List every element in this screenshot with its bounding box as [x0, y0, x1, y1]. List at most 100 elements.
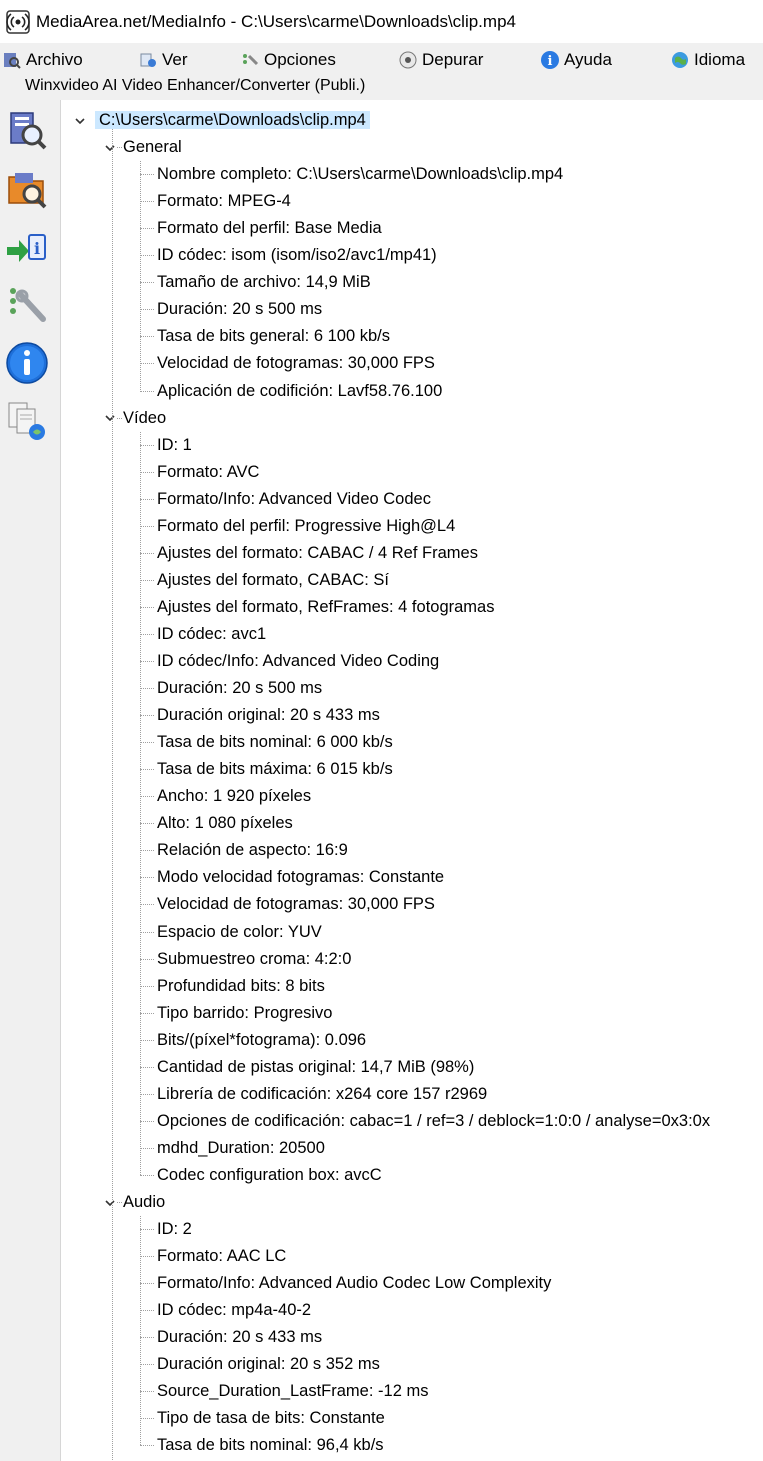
tree-connector [117, 417, 122, 419]
tree-item[interactable]: Formato/Info: Advanced Audio Codec Low C… [157, 1270, 551, 1297]
tree-root-node[interactable]: C:\Users\carme\Downloads\clip.mp4 [95, 107, 370, 134]
title-bar: MediaArea.net/MediaInfo - C:\Users\carme… [0, 0, 763, 43]
section-expander[interactable] [103, 405, 117, 432]
tree-item[interactable]: Duración: 20 s 433 ms [157, 1324, 322, 1351]
about-button[interactable] [2, 340, 52, 390]
menu-opciones[interactable]: Opciones [240, 48, 336, 72]
ad-banner[interactable]: Winxvideo AI Video Enhancer/Converter (P… [0, 76, 763, 100]
tree-item[interactable]: Duración original: 20 s 352 ms [157, 1351, 380, 1378]
tree-connector [140, 823, 154, 825]
tree-item[interactable]: Source_Duration_LastFrame: -12 ms [157, 1378, 428, 1405]
tree-section-audio[interactable]: Audio [123, 1189, 165, 1216]
tree-item[interactable]: Formato: AVC [157, 459, 259, 486]
tree-item[interactable]: Velocidad de fotogramas: 30,000 FPS [157, 891, 435, 918]
tree-item[interactable]: Bits/(píxel*fotograma): 0.096 [157, 1027, 366, 1054]
tree-connector [140, 525, 154, 527]
tree-connector [140, 877, 154, 879]
tree-item[interactable]: ID: 2 [157, 1216, 192, 1243]
menu-ver[interactable]: Ver [138, 48, 188, 72]
left-toolbar: i [0, 100, 58, 1461]
tree-connector [140, 444, 154, 446]
tree-connector [140, 1093, 154, 1095]
tree-item[interactable]: Modo velocidad fotogramas: Constante [157, 864, 444, 891]
tree-connector [140, 1039, 154, 1041]
tree-item[interactable]: Tipo barrido: Progresivo [157, 1000, 332, 1027]
tree-item[interactable]: Cantidad de pistas original: 14,7 MiB (9… [157, 1054, 474, 1081]
tree-item[interactable]: Relación de aspecto: 16:9 [157, 837, 348, 864]
tree-item[interactable]: Ajustes del formato, CABAC: Sí [157, 567, 389, 594]
tree-connector [140, 201, 154, 203]
tree-item[interactable]: Tasa de bits nominal: 6 000 kb/s [157, 729, 393, 756]
tree-connector [140, 1120, 154, 1122]
tree-item[interactable]: Formato: MPEG-4 [157, 188, 291, 215]
tree-item[interactable]: Tipo de tasa de bits: Constante [157, 1405, 385, 1432]
tree-item[interactable]: ID códec/Info: Advanced Video Coding [157, 648, 439, 675]
menu-ayuda[interactable]: i Ayuda [540, 48, 612, 72]
window-title: MediaArea.net/MediaInfo - C:\Users\carme… [36, 11, 516, 31]
info-tree-view[interactable]: C:\Users\carme\Downloads\clip.mp4 Genera… [60, 100, 763, 1461]
tree-item[interactable]: Tasa de bits nominal: 96,4 kb/s [157, 1432, 384, 1459]
tree-item[interactable]: ID: 1 [157, 432, 192, 459]
tree-connector [140, 796, 154, 798]
tree-connector [140, 688, 154, 690]
tree-connector [140, 363, 154, 365]
tree-item[interactable]: Opciones de codificación: cabac=1 / ref=… [157, 1108, 710, 1135]
tree-connector [140, 1147, 154, 1149]
tree-item[interactable]: ID códec: avc1 [157, 621, 266, 648]
tree-item[interactable]: Velocidad de fotogramas: 30,000 FPS [157, 350, 435, 377]
tree-item[interactable]: mdhd_Duration: 20500 [157, 1135, 325, 1162]
tree-item[interactable]: Tasa de bits general: 6 100 kb/s [157, 323, 390, 350]
section-expander[interactable] [103, 1189, 117, 1216]
tree-item[interactable]: Alto: 1 080 píxeles [157, 810, 293, 837]
tree-item[interactable]: Codec configuration box: avcC [157, 1162, 382, 1189]
tree-item[interactable]: Tasa de bits máxima: 6 015 kb/s [157, 756, 393, 783]
tree-item[interactable]: Tamaño de archivo: 14,9 MiB [157, 269, 371, 296]
menu-ver-label: Ver [162, 50, 188, 69]
knowledge-button[interactable] [2, 398, 52, 448]
open-folder-button[interactable] [2, 166, 52, 216]
tree-item[interactable]: Profundidad bits: 8 bits [157, 973, 325, 1000]
tree-connector [117, 147, 122, 149]
preferences-button[interactable] [2, 282, 52, 332]
tree-item[interactable]: Duración original: 20 s 433 ms [157, 702, 380, 729]
menu-depurar[interactable]: Depurar [398, 48, 483, 72]
menu-opciones-label: Opciones [264, 50, 336, 69]
tree-item[interactable]: Aplicación de codifición: Lavf58.76.100 [157, 378, 442, 405]
tree-item[interactable]: Espacio de color: YUV [157, 919, 322, 946]
export-button[interactable]: i [2, 224, 52, 274]
tree-item[interactable]: Formato del perfil: Base Media [157, 215, 382, 242]
export-info-icon: i [5, 225, 49, 274]
menu-idioma[interactable]: Idioma [670, 48, 745, 72]
tree-item[interactable]: Librería de codificación: x264 core 157 … [157, 1081, 487, 1108]
tree-item[interactable]: Formato/Info: Advanced Video Codec [157, 486, 431, 513]
tree-item[interactable]: Submuestreo croma: 4:2:0 [157, 946, 351, 973]
section-expander[interactable] [103, 134, 117, 161]
menu-archivo[interactable]: Archivo [2, 48, 83, 72]
view-icon [138, 50, 158, 70]
tree-connector [140, 931, 154, 933]
tree-connector [140, 336, 154, 338]
tree-item[interactable]: Ancho: 1 920 píxeles [157, 783, 311, 810]
tree-connector [140, 769, 154, 771]
open-file-button[interactable] [2, 108, 52, 158]
tree-item[interactable]: Duración: 20 s 500 ms [157, 296, 322, 323]
tree-guide-line [140, 161, 141, 391]
tree-connector [140, 471, 154, 473]
info-icon [5, 341, 49, 390]
tree-item[interactable]: Nombre completo: C:\Users\carme\Download… [157, 161, 563, 188]
tree-connector [117, 1202, 122, 1203]
tree-connector [140, 282, 154, 284]
root-expander[interactable] [73, 107, 87, 134]
tree-item[interactable]: Formato del perfil: Progressive High@L4 [157, 513, 455, 540]
tree-item[interactable]: Duración: 20 s 500 ms [157, 675, 322, 702]
tree-section-general[interactable]: General [123, 134, 182, 161]
tree-section-vdeo[interactable]: Vídeo [123, 405, 166, 432]
tree-item[interactable]: Ajustes del formato, RefFrames: 4 fotogr… [157, 594, 494, 621]
tree-connector [140, 1229, 154, 1231]
tree-item[interactable]: ID códec: isom (isom/iso2/avc1/mp41) [157, 242, 437, 269]
tree-connector [140, 715, 154, 717]
tree-item[interactable]: Ajustes del formato: CABAC / 4 Ref Frame… [157, 540, 478, 567]
language-icon [670, 50, 690, 70]
tree-item[interactable]: Formato: AAC LC [157, 1243, 286, 1270]
tree-item[interactable]: ID códec: mp4a-40-2 [157, 1297, 311, 1324]
